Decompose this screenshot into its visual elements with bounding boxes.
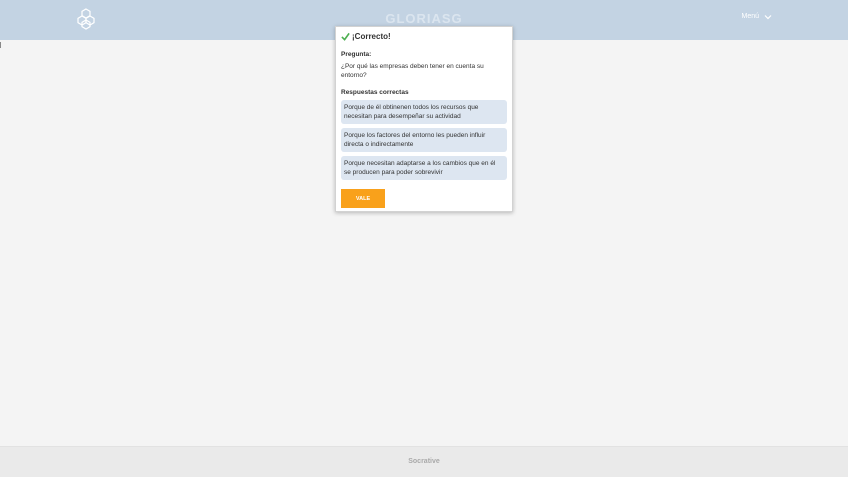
room-title: GLORIASG xyxy=(385,11,463,26)
chevron-down-icon xyxy=(764,14,772,19)
menu-dropdown[interactable]: Menú xyxy=(741,13,772,20)
answer-item: Porque de él obtinenen todos los recurso… xyxy=(341,100,507,124)
footer: Socrative xyxy=(0,446,848,477)
ok-button[interactable]: VALE xyxy=(341,189,385,208)
correct-answers-label: Respuestas correctas xyxy=(341,89,409,96)
question-label: Pregunta: xyxy=(341,51,372,58)
question-text: ¿Por qué las empresas deben tener en cue… xyxy=(341,63,484,79)
modal-header: ¡Correcto! xyxy=(341,32,391,41)
answer-item: Porque los factores del entorno les pued… xyxy=(341,128,507,152)
modal-title: ¡Correcto! xyxy=(352,32,391,41)
result-modal: ¡Correcto! Pregunta: ¿Por qué las empres… xyxy=(335,26,513,212)
footer-brand[interactable]: Socrative xyxy=(0,458,848,465)
answer-item: Porque necesitan adaptarse a los cambios… xyxy=(341,156,507,180)
menu-label: Menú xyxy=(741,13,759,20)
text-cursor xyxy=(0,42,1,48)
check-icon xyxy=(341,32,350,41)
